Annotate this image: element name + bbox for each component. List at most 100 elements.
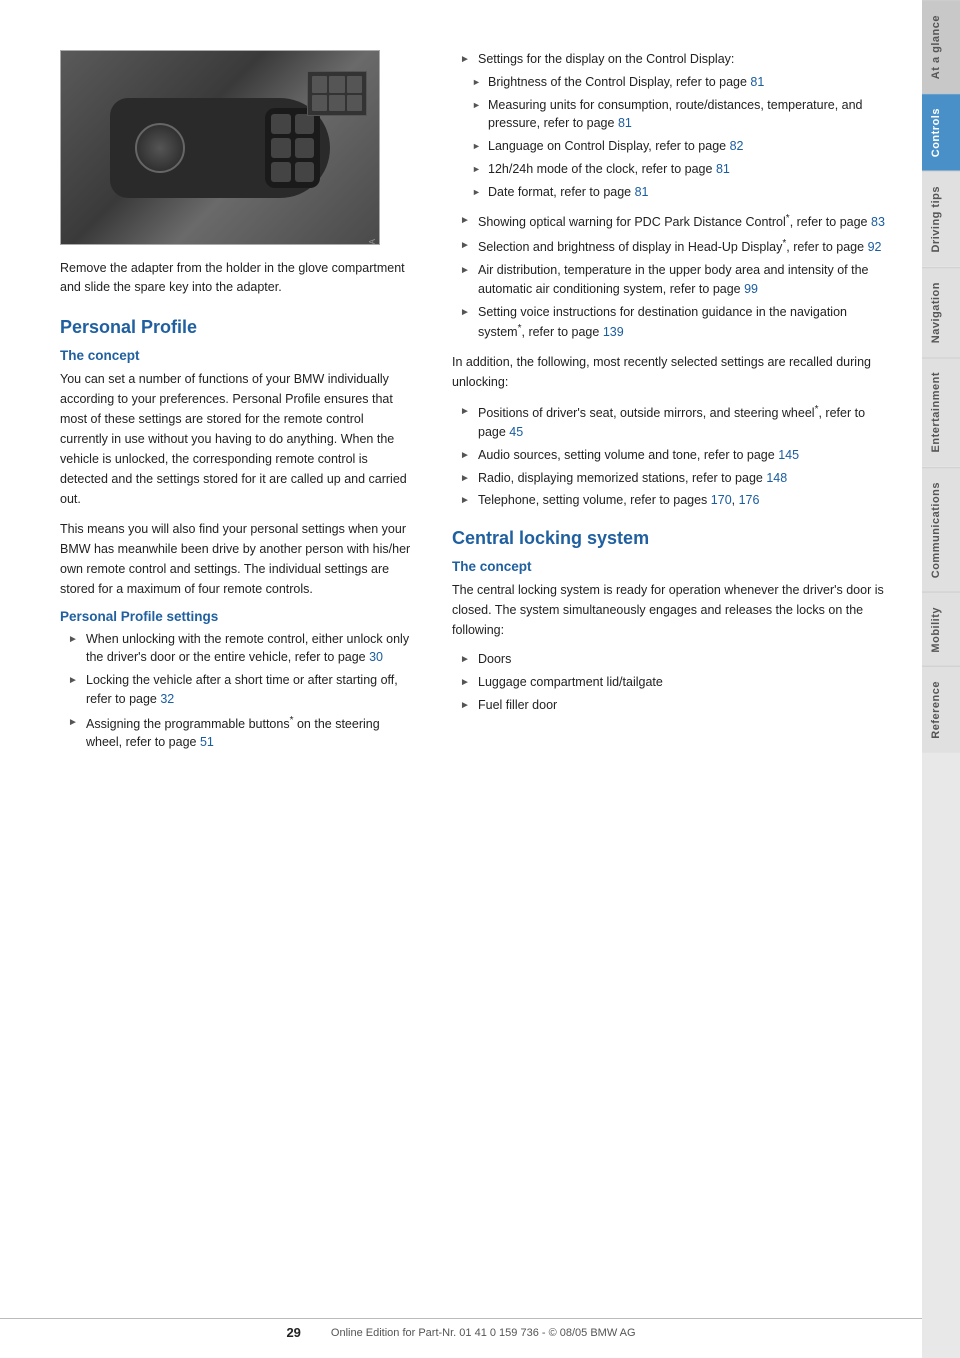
key-btn-4	[295, 138, 315, 158]
sidebar-tab-at-a-glance[interactable]: At a glance	[922, 0, 960, 93]
sub-bullet-triangle-3: ►	[472, 140, 484, 154]
image-caption: Remove the adapter from the holder in th…	[60, 259, 412, 297]
bullet-triangle-9: ►	[460, 448, 474, 463]
display-settings-list: ► Settings for the display on the Contro…	[452, 50, 892, 69]
page-ref-139[interactable]: 139	[603, 325, 624, 339]
sub-bullet-triangle-5: ►	[472, 186, 484, 200]
page-ref-176[interactable]: 176	[739, 493, 760, 507]
sidebar-tab-communications[interactable]: Communications	[922, 467, 960, 592]
central-bullet-3: ► Fuel filler door	[452, 696, 892, 715]
pp-bullets-list: ► When unlocking with the remote control…	[60, 630, 412, 753]
pp-bullet-1: ► When unlocking with the remote control…	[60, 630, 412, 668]
asterisk-3: *	[782, 238, 786, 249]
pp-bullet-2: ► Locking the vehicle after a short time…	[60, 671, 412, 709]
left-column: W0Q20151ENA Remove the adapter from the …	[60, 50, 442, 1318]
sub-bullet-triangle-2: ►	[472, 99, 484, 113]
sidebar-tab-reference[interactable]: Reference	[922, 666, 960, 753]
sub-bullet-triangle-4: ►	[472, 163, 484, 177]
concept-text-2: This means you will also find your perso…	[60, 519, 412, 599]
personal-profile-heading: Personal Profile	[60, 317, 412, 338]
pp-settings-heading: Personal Profile settings	[60, 609, 412, 624]
more-bullet-1: ► Showing optical warning for PDC Park D…	[452, 211, 892, 232]
central-locking-heading: Central locking system	[452, 528, 892, 549]
page-ref-145[interactable]: 145	[778, 448, 799, 462]
key-btn-5	[271, 162, 291, 182]
recall-bullet-4: ► Telephone, setting volume, refer to pa…	[452, 491, 892, 510]
page-ref-45[interactable]: 45	[509, 425, 523, 439]
image-watermark: W0Q20151ENA	[368, 239, 377, 245]
right-column: ► Settings for the display on the Contro…	[442, 50, 892, 1318]
display-settings-bullet: ► Settings for the display on the Contro…	[452, 50, 892, 69]
page-ref-92[interactable]: 92	[868, 240, 882, 254]
recall-bullets-list: ► Positions of driver's seat, outside mi…	[452, 402, 892, 510]
asterisk-1: *	[290, 715, 294, 726]
bullet-triangle-4: ►	[460, 213, 474, 228]
recall-bullet-1: ► Positions of driver's seat, outside mi…	[452, 402, 892, 442]
sub-bullet-triangle-1: ►	[472, 76, 484, 90]
page-ref-81d[interactable]: 81	[635, 185, 649, 199]
bullet-triangle-11: ►	[460, 493, 474, 508]
bullet-triangle-8: ►	[460, 404, 474, 419]
recall-bullet-2: ► Audio sources, setting volume and tone…	[452, 446, 892, 465]
sidebar-tab-driving-tips[interactable]: Driving tips	[922, 171, 960, 267]
concept-heading: The concept	[60, 348, 412, 363]
bullet-triangle-1: ►	[68, 632, 82, 647]
footer-text: Online Edition for Part-Nr. 01 41 0 159 …	[331, 1327, 636, 1339]
page-ref-148[interactable]: 148	[766, 471, 787, 485]
page-ref-51[interactable]: 51	[200, 735, 214, 749]
page-ref-81a[interactable]: 81	[750, 75, 764, 89]
page-ref-170[interactable]: 170	[711, 493, 732, 507]
page-ref-81b[interactable]: 81	[618, 116, 632, 130]
key-btn-3	[271, 138, 291, 158]
recall-text: In addition, the following, most recentl…	[452, 352, 892, 392]
display-sub-bullet-4: ► 12h/24h mode of the clock, refer to pa…	[452, 160, 892, 179]
bullet-triangle-3: ►	[68, 715, 82, 730]
bullet-triangle-6: ►	[460, 263, 474, 278]
sidebar-tab-navigation[interactable]: Navigation	[922, 267, 960, 357]
asterisk-2: *	[786, 213, 790, 224]
page-ref-32[interactable]: 32	[160, 692, 174, 706]
sidebar-tab-controls[interactable]: Controls	[922, 93, 960, 171]
page-ref-30[interactable]: 30	[369, 650, 383, 664]
bullet-triangle-12: ►	[460, 652, 474, 667]
page-ref-81c[interactable]: 81	[716, 162, 730, 176]
bullet-triangle-7: ►	[460, 305, 474, 320]
display-sub-bullet-5: ► Date format, refer to page 81	[452, 183, 892, 202]
concept-text-1: You can set a number of functions of you…	[60, 369, 412, 509]
sidebar: At a glance Controls Driving tips Naviga…	[922, 0, 960, 1358]
bullet-triangle-2: ►	[68, 673, 82, 688]
car-image-box: W0Q20151ENA	[60, 50, 380, 245]
pp-bullet-3: ► Assigning the programmable buttons* on…	[60, 713, 412, 753]
page-footer: 29 Online Edition for Part-Nr. 01 41 0 1…	[0, 1318, 922, 1340]
central-bullet-2: ► Luggage compartment lid/tailgate	[452, 673, 892, 692]
bullet-triangle-5: ►	[460, 238, 474, 253]
central-bullet-1: ► Doors	[452, 650, 892, 669]
key-btn-6	[295, 162, 315, 182]
sidebar-tab-mobility[interactable]: Mobility	[922, 592, 960, 667]
display-sub-bullet-3: ► Language on Control Display, refer to …	[452, 137, 892, 156]
bullet-triangle-13: ►	[460, 675, 474, 690]
key-display	[307, 71, 367, 116]
display-sub-bullet-2: ► Measuring units for consumption, route…	[452, 96, 892, 134]
asterisk-4: *	[518, 323, 522, 334]
page-ref-99[interactable]: 99	[744, 282, 758, 296]
key-circle	[135, 123, 185, 173]
bullet-triangle-14: ►	[460, 698, 474, 713]
central-concept-text: The central locking system is ready for …	[452, 580, 892, 640]
main-content: W0Q20151ENA Remove the adapter from the …	[0, 0, 922, 1358]
key-shape	[110, 98, 330, 198]
more-bullet-2: ► Selection and brightness of display in…	[452, 236, 892, 257]
key-buttons	[265, 108, 320, 188]
page-ref-82[interactable]: 82	[730, 139, 744, 153]
display-sub-bullet-1: ► Brightness of the Control Display, ref…	[452, 73, 892, 92]
sidebar-tab-entertainment[interactable]: Entertainment	[922, 357, 960, 466]
page-ref-83[interactable]: 83	[871, 215, 885, 229]
bullet-triangle-10: ►	[460, 471, 474, 486]
key-btn-1	[271, 114, 291, 134]
recall-bullet-3: ► Radio, displaying memorized stations, …	[452, 469, 892, 488]
more-bullet-4: ► Setting voice instructions for destina…	[452, 303, 892, 343]
more-bullet-3: ► Air distribution, temperature in the u…	[452, 261, 892, 299]
bullet-triangle-display: ►	[460, 52, 474, 67]
central-concept-heading: The concept	[452, 559, 892, 574]
central-bullets-list: ► Doors ► Luggage compartment lid/tailga…	[452, 650, 892, 714]
